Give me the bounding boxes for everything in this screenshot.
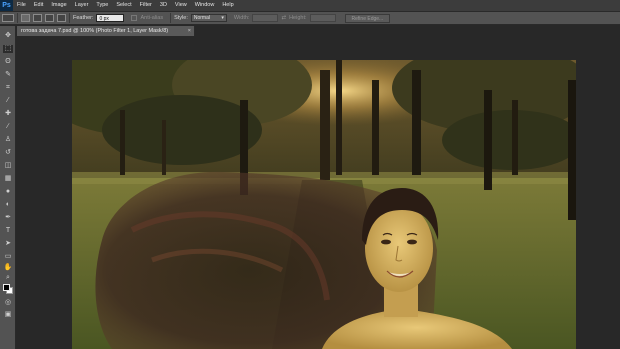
add-to-selection-icon[interactable] bbox=[33, 14, 42, 22]
dodge-tool-icon[interactable]: ◐ bbox=[3, 201, 13, 209]
gradient-tool-icon[interactable]: ▦ bbox=[3, 175, 13, 183]
menu-layer[interactable]: Layer bbox=[71, 0, 93, 11]
refine-edge-button[interactable]: Refine Edge... bbox=[344, 13, 391, 23]
swap-icon[interactable]: ⇄ bbox=[281, 15, 286, 21]
feather-label: Feather: bbox=[73, 15, 94, 21]
height-label: Height: bbox=[289, 15, 307, 21]
shape-tool-icon[interactable]: ▭ bbox=[3, 253, 13, 261]
document-canvas[interactable] bbox=[72, 60, 576, 349]
menu-bar: Ps File Edit Image Layer Type Select Fil… bbox=[0, 0, 620, 11]
menu-view[interactable]: View bbox=[171, 0, 191, 11]
eyedropper-tool-icon[interactable]: ⁄ bbox=[3, 97, 13, 105]
options-bar: Feather: 0 px Anti-alias Style: Normal ▾… bbox=[0, 11, 620, 25]
style-select[interactable]: Normal ▾ bbox=[190, 14, 227, 22]
close-icon[interactable]: × bbox=[188, 26, 191, 36]
foreground-color-swatch[interactable] bbox=[3, 284, 10, 291]
menu-type[interactable]: Type bbox=[92, 0, 112, 11]
document-tab-title: готова задача 7.psd @ 100% (Photo Filter… bbox=[21, 28, 169, 34]
menu-filter[interactable]: Filter bbox=[136, 0, 156, 11]
width-label: Width: bbox=[233, 15, 250, 21]
pen-tool-icon[interactable]: ✒ bbox=[3, 214, 13, 222]
path-select-tool-icon[interactable]: ➤ bbox=[3, 240, 13, 248]
subtract-from-selection-icon[interactable] bbox=[45, 14, 54, 22]
marquee-tool-preset-icon[interactable] bbox=[2, 14, 14, 22]
photoshop-logo: Ps bbox=[0, 0, 13, 11]
antialias-label: Anti-alias bbox=[140, 15, 164, 21]
quick-mask-icon[interactable]: ◎ bbox=[3, 299, 13, 307]
antialias-checkbox[interactable] bbox=[131, 15, 138, 21]
eraser-tool-icon[interactable]: ◫ bbox=[3, 162, 13, 170]
move-tool-icon[interactable]: ✥ bbox=[3, 32, 13, 40]
healing-tool-icon[interactable]: ✚ bbox=[3, 110, 13, 118]
new-selection-icon[interactable] bbox=[21, 14, 30, 22]
menu-edit[interactable]: Edit bbox=[30, 0, 47, 11]
screen-mode-icon[interactable]: ▣ bbox=[3, 311, 13, 319]
width-input[interactable] bbox=[252, 14, 279, 22]
style-label: Style: bbox=[174, 15, 188, 21]
canvas-image bbox=[72, 60, 576, 349]
brush-tool-icon[interactable]: ∕ bbox=[3, 123, 13, 131]
clone-stamp-tool-icon[interactable]: ♙ bbox=[3, 136, 13, 144]
menu-window[interactable]: Window bbox=[191, 0, 219, 11]
chevron-down-icon: ▾ bbox=[221, 15, 224, 21]
tools-panel: ✥ ⬚ ʘ ✎ ⌗ ⁄ ✚ ∕ ♙ ↺ ◫ ▦ ● ◐ ✒ T ➤ ▭ ✋ ⌕ … bbox=[0, 26, 16, 349]
crop-tool-icon[interactable]: ⌗ bbox=[3, 84, 13, 92]
marquee-tool-icon[interactable]: ⬚ bbox=[3, 45, 13, 53]
menu-select[interactable]: Select bbox=[112, 0, 135, 11]
history-brush-tool-icon[interactable]: ↺ bbox=[3, 149, 13, 157]
style-select-value: Normal bbox=[193, 15, 210, 21]
menu-help[interactable]: Help bbox=[218, 0, 237, 11]
blur-tool-icon[interactable]: ● bbox=[3, 188, 13, 196]
quick-select-tool-icon[interactable]: ✎ bbox=[3, 71, 13, 79]
menu-image[interactable]: Image bbox=[47, 0, 70, 11]
intersect-selection-icon[interactable] bbox=[57, 14, 66, 22]
feather-input[interactable]: 0 px bbox=[96, 14, 125, 22]
lasso-tool-icon[interactable]: ʘ bbox=[3, 58, 13, 66]
hand-tool-icon[interactable]: ✋ bbox=[3, 264, 13, 272]
divider bbox=[170, 13, 172, 23]
menu-3d[interactable]: 3D bbox=[156, 0, 171, 11]
zoom-tool-icon[interactable]: ⌕ bbox=[3, 274, 13, 282]
type-tool-icon[interactable]: T bbox=[3, 227, 13, 235]
divider bbox=[69, 13, 70, 23]
height-input[interactable] bbox=[309, 14, 336, 22]
document-tab[interactable]: готова задача 7.psd @ 100% (Photo Filter… bbox=[17, 26, 195, 36]
menu-file[interactable]: File bbox=[13, 0, 30, 11]
divider bbox=[17, 13, 18, 23]
